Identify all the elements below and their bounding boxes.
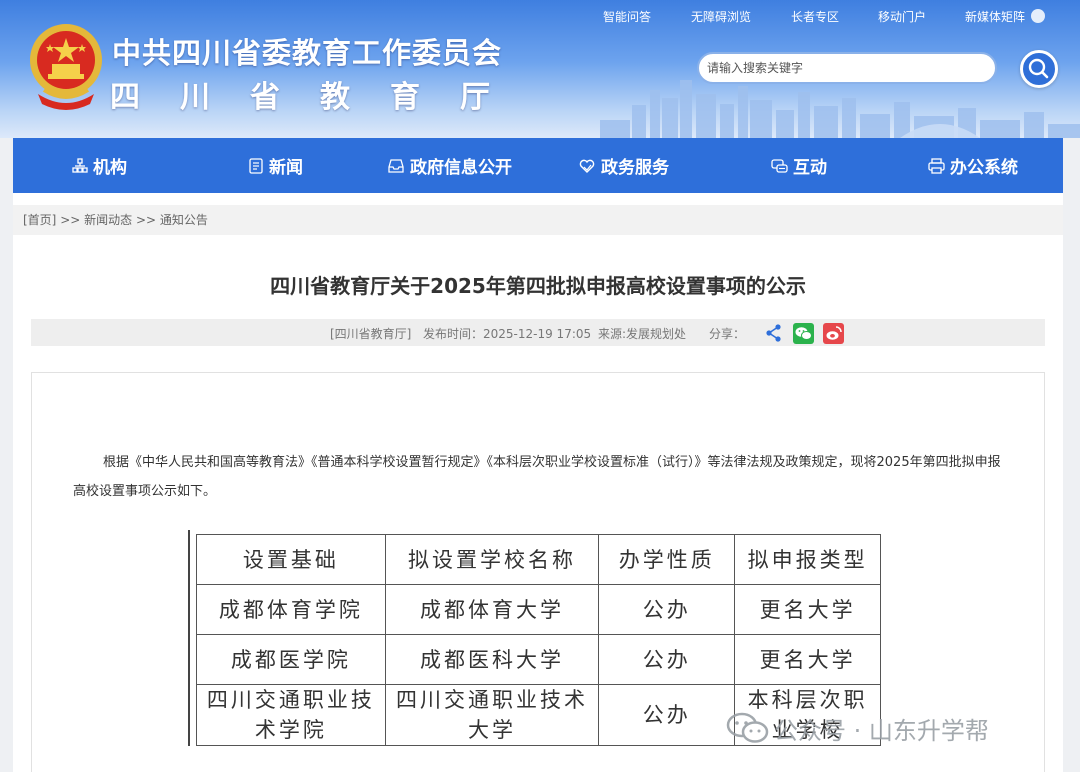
inbox-icon	[388, 158, 404, 173]
article-source: [四川省教育厅]	[330, 327, 412, 341]
table-header-cell: 拟设置学校名称	[384, 534, 600, 585]
search-button[interactable]	[1020, 50, 1058, 88]
wechat-icon[interactable]	[793, 323, 814, 344]
nav-item-gov-services[interactable]: 政务服务	[578, 138, 669, 193]
top-links-bar: 智能问答 无障碍浏览 长者专区 移动门户 新媒体矩阵	[600, 8, 1050, 26]
top-link-accessibility[interactable]: 无障碍浏览	[691, 8, 751, 25]
top-link-smart-qa[interactable]: 智能问答	[603, 8, 651, 25]
article-paragraph: 根据《中华人民共和国高等教育法》《普通本科学校设置暂行规定》《本科层次职业学校设…	[73, 455, 1001, 499]
table-header-row: 设置基础 拟设置学校名称 办学性质 拟申报类型	[196, 534, 881, 585]
table-header-cell: 拟申报类型	[734, 534, 881, 585]
nav-item-gov-info[interactable]: 政府信息公开	[387, 138, 512, 193]
top-link-new-media[interactable]: 新媒体矩阵	[965, 8, 1025, 25]
breadcrumb-notice[interactable]: 通知公告	[160, 213, 208, 227]
chat-icon	[771, 158, 788, 173]
table-header-cell: 设置基础	[196, 534, 386, 585]
nav-item-news[interactable]: 新闻	[248, 138, 303, 193]
breadcrumb: [首页] >> 新闻动态 >> 通知公告	[13, 205, 1063, 235]
breadcrumb-news[interactable]: 新闻动态	[84, 213, 132, 227]
printer-icon	[928, 157, 945, 174]
table-cell: 四川交通职业技术学院	[196, 684, 386, 746]
article-title: 四川省教育厅关于2025年第四批拟申报高校设置事项的公示	[270, 274, 806, 298]
top-link-mobile-portal[interactable]: 移动门户	[878, 8, 926, 25]
nav-item-organization[interactable]: 机构	[72, 138, 127, 193]
newspaper-icon	[249, 157, 263, 174]
table-cell: 公办	[598, 634, 736, 685]
table-cell: 成都医学院	[196, 634, 386, 685]
search-input[interactable]	[699, 54, 995, 82]
breadcrumb-separator: >>	[60, 213, 81, 227]
organization-name: 中共四川省委教育工作委员会	[112, 36, 503, 70]
national-emblem-icon	[30, 24, 102, 110]
site-header: 中共四川省委教育工作委员会 四川省教育厅 智能问答 无障碍浏览 长者专区 移动门…	[0, 0, 1080, 138]
table-row: 成都体育学院 成都体育大学 公办 更名大学	[196, 584, 881, 635]
search-box	[697, 52, 997, 84]
table-cell: 更名大学	[734, 634, 881, 685]
table-cell: 四川交通职业技术大学	[384, 684, 600, 746]
table-cell: 更名大学	[734, 584, 881, 635]
main-navigation: 机构 新闻 政府信息公开 政务服务 互动 办公系统	[13, 138, 1063, 193]
watermark: 公众号 · 山东升学帮	[726, 708, 989, 748]
new-media-dot-icon	[1031, 9, 1045, 23]
breadcrumb-separator: >>	[135, 213, 157, 227]
table-cell: 成都体育大学	[384, 584, 600, 635]
table-cell: 公办	[598, 684, 736, 746]
wechat-watermark-icon	[726, 712, 769, 743]
article-origin: 来源:发展规划处	[598, 327, 687, 341]
share-label: 分享：	[709, 327, 746, 341]
table-row: 成都医学院 成都医科大学 公办 更名大学	[196, 634, 881, 685]
top-link-elder-zone[interactable]: 长者专区	[791, 8, 839, 25]
article-meta-bar: [四川省教育厅] 发布时间：2025-12-19 17:05 来源:发展规划处 …	[31, 319, 1045, 346]
nav-label: 办公系统	[950, 158, 1018, 178]
table-cell: 成都医科大学	[384, 634, 600, 685]
nav-label: 新闻	[269, 158, 303, 178]
watermark-text: 公众号 · 山东升学帮	[774, 716, 989, 745]
nav-label: 机构	[93, 158, 127, 178]
building-icon	[72, 157, 88, 173]
table-cell: 公办	[598, 584, 736, 635]
nav-label: 政府信息公开	[410, 158, 512, 178]
department-name: 四川省教育厅	[110, 80, 530, 115]
heart-hand-icon	[579, 159, 595, 173]
weibo-icon[interactable]	[823, 323, 844, 344]
nav-label: 互动	[793, 158, 827, 178]
share-icon[interactable]	[765, 323, 783, 343]
table-left-border	[188, 530, 190, 746]
search-icon	[1028, 58, 1049, 79]
breadcrumb-home[interactable]: [首页]	[23, 213, 56, 227]
publish-time: 发布时间：2025-12-19 17:05	[423, 327, 592, 341]
table-cell: 成都体育学院	[196, 584, 386, 635]
table-header-cell: 办学性质	[598, 534, 736, 585]
nav-item-interaction[interactable]: 互动	[771, 138, 827, 193]
nav-label: 政务服务	[601, 158, 669, 178]
nav-item-office-system[interactable]: 办公系统	[928, 138, 1018, 193]
